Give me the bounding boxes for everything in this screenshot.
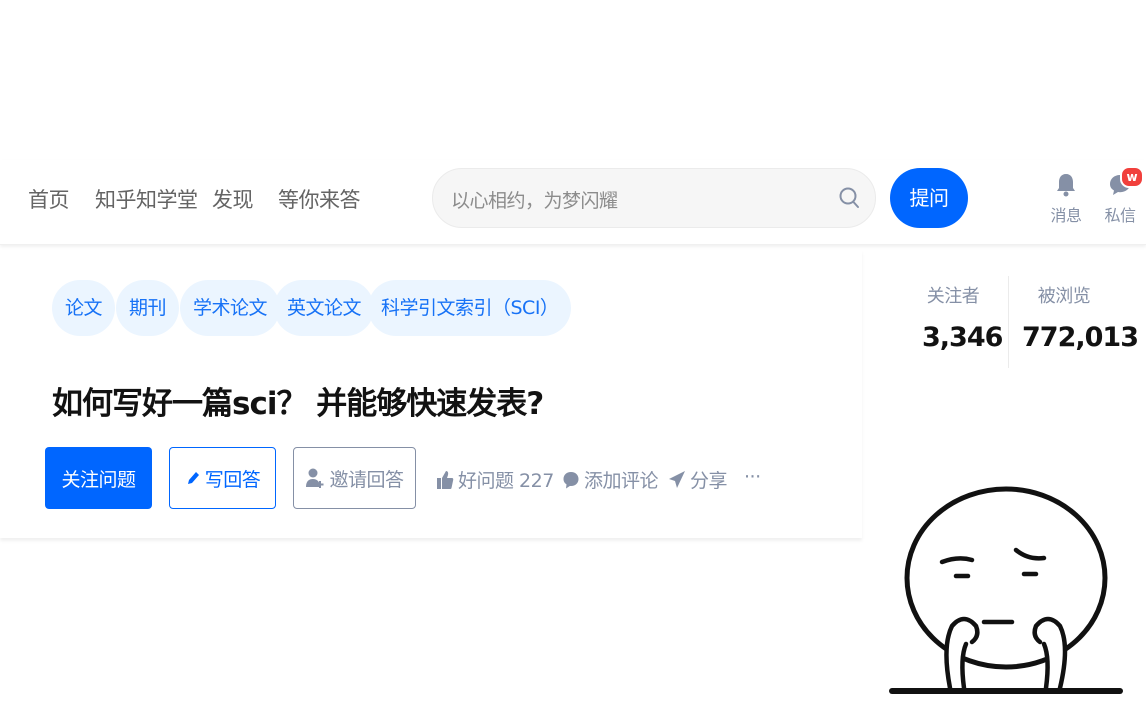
more-options-button[interactable]: ··· bbox=[744, 466, 761, 488]
search-input[interactable]: 以心相约，为梦闪耀 bbox=[432, 168, 876, 228]
comment-icon bbox=[563, 471, 579, 488]
add-user-icon bbox=[306, 468, 324, 488]
followers-count: 3,346 bbox=[922, 322, 1003, 353]
topic-tag-academic-paper[interactable]: 学术论文 bbox=[180, 280, 281, 336]
topic-tag-sci[interactable]: 科学引文索引（SCI） bbox=[368, 280, 572, 336]
add-comment-button[interactable]: 添加评论 bbox=[562, 466, 659, 493]
nav-discover[interactable]: 发现 bbox=[212, 184, 254, 214]
nav-waiting-answers[interactable]: 等你来答 bbox=[278, 184, 361, 214]
question-header: 论文 期刊 学术论文 英文论文 科学引文索引（SCI） 如何写好一篇sci？ 并… bbox=[0, 250, 862, 538]
add-comment-label: 添加评论 bbox=[584, 470, 659, 492]
topic-tag-english-paper[interactable]: 英文论文 bbox=[274, 280, 375, 336]
nav-zhixuetang[interactable]: 知乎知学堂 bbox=[95, 184, 198, 214]
private-messages-label: 私信 bbox=[1104, 206, 1136, 225]
share-arrow-icon bbox=[669, 470, 685, 488]
write-answer-label: 写回答 bbox=[204, 468, 261, 491]
search-icon[interactable] bbox=[837, 185, 861, 211]
private-messages-button[interactable]: 私信 w bbox=[1100, 166, 1144, 232]
thumbs-up-icon bbox=[437, 470, 454, 489]
follow-question-label: 关注问题 bbox=[61, 468, 136, 491]
messages-button[interactable]: 消息 bbox=[1046, 172, 1086, 232]
pencil-icon bbox=[187, 472, 199, 484]
views-count: 772,013 bbox=[1022, 322, 1139, 353]
follow-question-button[interactable]: 关注问题 bbox=[45, 447, 152, 509]
views-stat: 被浏览 772,013 bbox=[1022, 282, 1139, 353]
search-placeholder: 以心相约，为梦闪耀 bbox=[451, 190, 618, 212]
followers-label: 关注者 bbox=[926, 286, 980, 307]
good-question-label: 好问题 227 bbox=[458, 470, 554, 492]
stats-divider bbox=[1008, 276, 1009, 368]
ask-question-button[interactable]: 提问 bbox=[890, 168, 968, 228]
nav-home[interactable]: 首页 bbox=[28, 184, 70, 214]
write-answer-button[interactable]: 写回答 bbox=[169, 447, 276, 509]
share-label: 分享 bbox=[690, 470, 728, 492]
invite-answer-label: 邀请回答 bbox=[329, 468, 404, 491]
good-question-button[interactable]: 好问题 227 bbox=[436, 466, 554, 493]
unread-badge: w bbox=[1120, 166, 1144, 188]
followers-stat: 关注者 3,346 bbox=[922, 282, 1003, 353]
topic-tag-paper[interactable]: 论文 bbox=[52, 280, 116, 336]
share-button[interactable]: 分享 bbox=[668, 466, 728, 493]
topic-tag-journal[interactable]: 期刊 bbox=[116, 280, 180, 336]
messages-label: 消息 bbox=[1050, 206, 1082, 225]
more-options-label: ··· bbox=[744, 466, 761, 488]
question-title: 如何写好一篇sci？ 并能够快速发表? bbox=[52, 386, 544, 422]
invite-answer-button[interactable]: 邀请回答 bbox=[293, 447, 416, 509]
views-label: 被浏览 bbox=[1037, 286, 1091, 307]
top-navbar: 首页 知乎知学堂 发现 等你来答 以心相约，为梦闪耀 提问 消息 私信 w bbox=[0, 160, 1146, 245]
bell-icon bbox=[1057, 174, 1075, 197]
thinking-face-sticker bbox=[889, 486, 1123, 694]
